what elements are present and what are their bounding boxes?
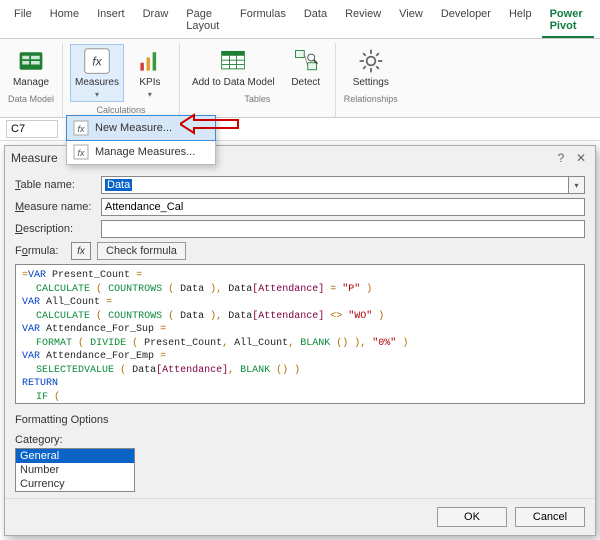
tab-draw[interactable]: Draw (135, 4, 177, 38)
callout-arrow-icon (180, 113, 240, 135)
tab-home[interactable]: Home (42, 4, 87, 38)
tab-help[interactable]: Help (501, 4, 540, 38)
table-icon (219, 47, 247, 75)
ribbon-tabs: File Home Insert Draw Page Layout Formul… (0, 0, 600, 39)
fx-icon: fx (73, 144, 89, 160)
category-item-currency[interactable]: Currency (16, 477, 134, 491)
add-to-data-model-button[interactable]: Add to Data Model (188, 45, 279, 90)
fx-icon: fx (77, 246, 85, 257)
tab-page-layout[interactable]: Page Layout (178, 4, 230, 38)
tab-formulas[interactable]: Formulas (232, 4, 294, 38)
formatting-options-label: Formatting Options (15, 414, 585, 426)
formula-textarea[interactable]: =VAR Present_Count = CALCULATE ( COUNTRO… (15, 264, 585, 404)
gear-icon (357, 47, 385, 75)
formula-label: Formula: (15, 245, 65, 257)
kpis-button[interactable]: KPIs ▾ (129, 45, 171, 101)
fx-icon: fx (83, 47, 111, 75)
check-formula-button[interactable]: Check formula (97, 242, 186, 260)
kpis-label: KPIs (139, 77, 160, 88)
name-box[interactable] (6, 120, 58, 138)
tab-data[interactable]: Data (296, 4, 335, 38)
tab-power-pivot[interactable]: Power Pivot (542, 4, 594, 38)
description-input[interactable] (101, 220, 585, 238)
category-label: Category: (15, 434, 585, 446)
tab-developer[interactable]: Developer (433, 4, 499, 38)
group-title-relationships: Relationships (344, 94, 398, 104)
group-title-tables: Tables (244, 94, 270, 104)
tab-insert[interactable]: Insert (89, 4, 133, 38)
detect-button[interactable]: Detect (285, 45, 327, 90)
group-relationships: Settings Relationships (336, 43, 406, 117)
help-button[interactable]: ? (553, 150, 569, 166)
description-label: Description: (15, 223, 95, 235)
measure-dialog: Measure ? ✕ Table name: Data ▾ Measure n… (4, 145, 596, 536)
cancel-button[interactable]: Cancel (515, 507, 585, 527)
category-listbox[interactable]: General Number Currency (15, 448, 135, 492)
settings-label: Settings (353, 77, 389, 88)
svg-text:fx: fx (77, 148, 85, 158)
category-item-number[interactable]: Number (16, 463, 134, 477)
kpis-icon (136, 47, 164, 75)
group-calculations: fx Measures ▾ KPIs ▾ Calculations (63, 43, 180, 117)
tab-file[interactable]: File (6, 4, 40, 38)
table-name-label: Table name: (15, 179, 95, 191)
measures-label: Measures (75, 77, 119, 88)
ribbon-panel: Manage Data Model fx Measures ▾ KPIs ▾ C… (0, 39, 600, 118)
group-tables: Add to Data Model Detect Tables (180, 43, 336, 117)
measure-name-label: Measure name: (15, 201, 95, 213)
manage-label: Manage (13, 77, 49, 88)
svg-text:fx: fx (92, 54, 102, 68)
manage-button[interactable]: Manage (9, 45, 53, 90)
group-title-calculations: Calculations (96, 105, 145, 115)
manage-measures-item[interactable]: fx Manage Measures... (67, 140, 215, 164)
measures-button[interactable]: fx Measures ▾ (71, 45, 123, 101)
svg-text:fx: fx (77, 124, 85, 134)
detect-label: Detect (291, 77, 320, 88)
table-name-combo[interactable]: Data (101, 176, 569, 194)
settings-button[interactable]: Settings (349, 45, 393, 90)
chevron-down-icon: ▾ (148, 90, 152, 99)
add-label: Add to Data Model (192, 77, 275, 88)
manage-measures-label: Manage Measures... (95, 146, 195, 158)
dialog-title: Measure (11, 151, 58, 165)
new-measure-label: New Measure... (95, 122, 172, 134)
chevron-down-icon[interactable]: ▾ (569, 176, 585, 194)
fx-button[interactable]: fx (71, 242, 91, 260)
tab-view[interactable]: View (391, 4, 431, 38)
fx-icon: fx (73, 120, 89, 136)
group-title-data-model: Data Model (8, 94, 54, 104)
detect-icon (292, 47, 320, 75)
manage-icon (17, 47, 45, 75)
category-item-general[interactable]: General (16, 449, 134, 463)
measure-name-input[interactable] (101, 198, 585, 216)
close-button[interactable]: ✕ (573, 150, 589, 166)
tab-review[interactable]: Review (337, 4, 389, 38)
chevron-down-icon: ▾ (95, 90, 99, 99)
group-data-model: Manage Data Model (0, 43, 63, 117)
ok-button[interactable]: OK (437, 507, 507, 527)
